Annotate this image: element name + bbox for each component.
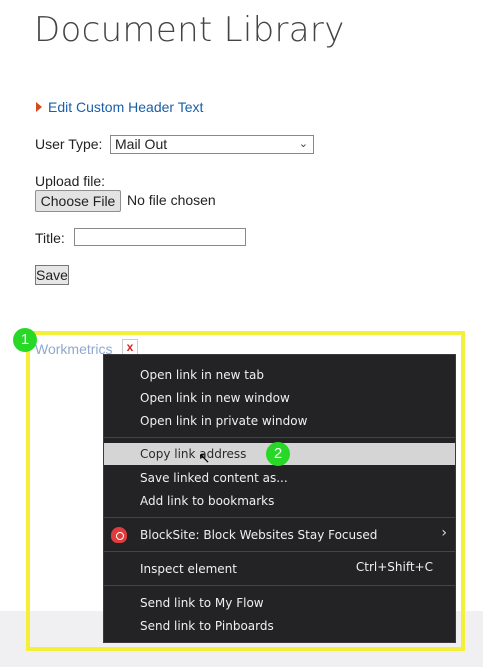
- menu-item-blocksite[interactable]: BlockSite: Block Websites Stay Focused: [140, 524, 377, 546]
- user-type-value: Mail Out: [115, 136, 168, 152]
- shield-icon: [111, 527, 127, 543]
- menu-item-open-new-window[interactable]: Open link in new window: [140, 387, 290, 409]
- save-button[interactable]: Save: [35, 265, 69, 285]
- user-type-label: User Type:: [35, 136, 103, 152]
- edit-header-link-label: Edit Custom Header Text: [48, 99, 204, 115]
- menu-separator: [104, 551, 455, 552]
- menu-separator: [104, 437, 455, 438]
- upload-file-label: Upload file:: [35, 173, 106, 189]
- menu-item-send-pinboards[interactable]: Send link to Pinboards: [140, 615, 274, 637]
- mouse-cursor-icon: ↖: [198, 450, 211, 467]
- step-badge-1: 1: [13, 328, 37, 352]
- chevron-down-icon: ⌄: [298, 138, 308, 150]
- title-input[interactable]: [74, 228, 246, 246]
- choose-file-button[interactable]: Choose File: [35, 190, 121, 212]
- no-file-status: No file chosen: [127, 192, 216, 208]
- menu-separator: [104, 585, 455, 586]
- triangle-right-icon: [36, 102, 42, 112]
- user-type-select[interactable]: Mail Out ⌄: [110, 135, 314, 154]
- context-menu: Open link in new tab Open link in new wi…: [103, 354, 456, 643]
- menu-item-inspect-element[interactable]: Inspect element: [140, 558, 237, 580]
- edit-header-link[interactable]: Edit Custom Header Text: [36, 99, 203, 115]
- menu-item-save-linked-content[interactable]: Save linked content as...: [140, 467, 288, 489]
- menu-item-open-new-tab[interactable]: Open link in new tab: [140, 364, 264, 386]
- submenu-arrow-icon: ›: [441, 525, 447, 541]
- menu-separator: [104, 517, 455, 518]
- step-badge-2: 2: [266, 442, 290, 466]
- menu-item-add-bookmark[interactable]: Add link to bookmarks: [140, 490, 274, 512]
- inspect-shortcut: Ctrl+Shift+C: [355, 560, 433, 574]
- menu-item-open-private-window[interactable]: Open link in private window: [140, 410, 307, 432]
- title-label: Title:: [35, 230, 65, 246]
- page-title: Document Library: [34, 10, 345, 50]
- menu-item-send-my-flow[interactable]: Send link to My Flow: [140, 592, 264, 614]
